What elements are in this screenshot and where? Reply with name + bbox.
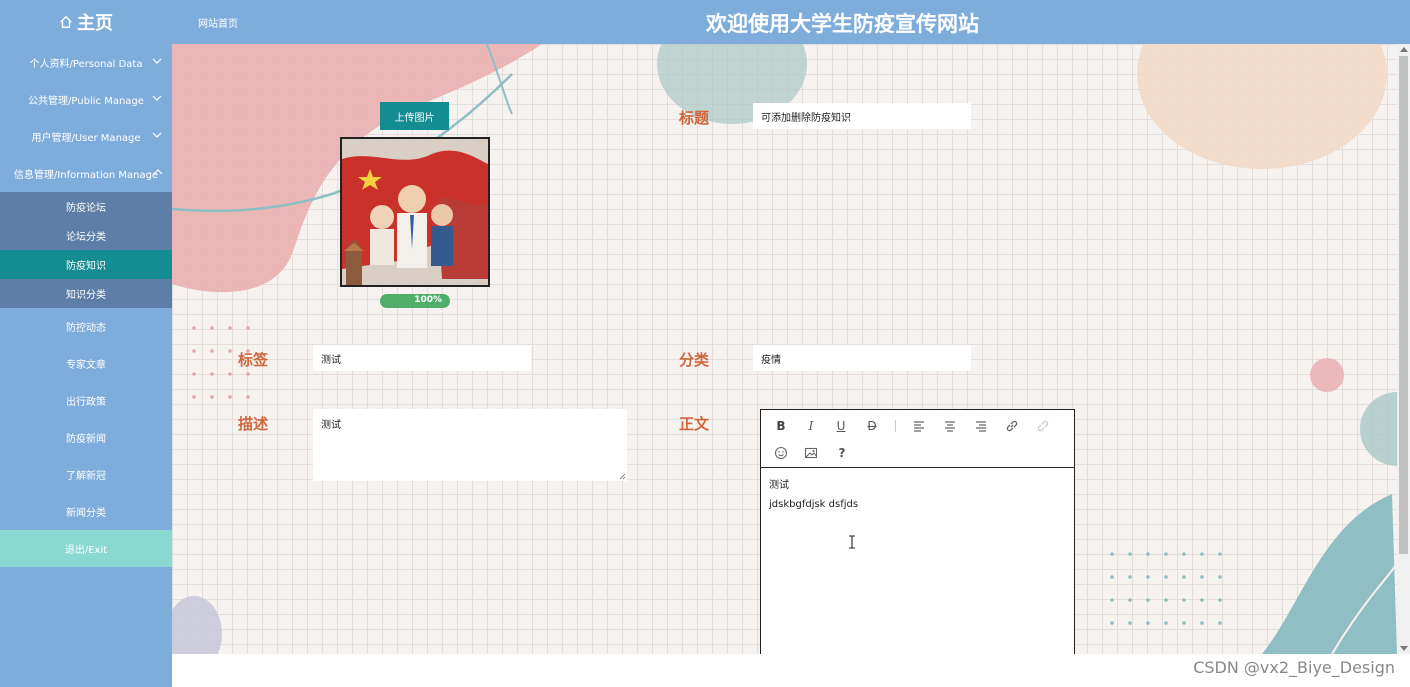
submenu-information-manage: 防疫论坛 论坛分类 防疫知识 知识分类: [0, 192, 172, 308]
sidebar-item-public-manage[interactable]: 公共管理/Public Manage: [0, 81, 172, 118]
help-icon[interactable]: ?: [832, 443, 852, 463]
sidebar-item-label: 个人资料/Personal Data: [29, 59, 143, 70]
body-label: 正文: [679, 415, 710, 433]
underline-icon[interactable]: U: [831, 416, 851, 436]
chevron-down-icon: [152, 58, 162, 64]
editor-content[interactable]: 测试 jdskbgfdjsk dsfjds: [761, 468, 1074, 522]
sidebar-subitem-epidemic-knowledge[interactable]: 防疫知识: [0, 250, 172, 279]
scrollbar-thumb[interactable]: [1399, 56, 1408, 554]
title-input[interactable]: 可添加删除防疫知识: [753, 103, 971, 129]
sidebar-item-news-category[interactable]: 新闻分类: [0, 493, 172, 530]
chevron-down-icon: [152, 95, 162, 101]
align-left-icon[interactable]: [909, 416, 929, 436]
sidebar: 个人资料/Personal Data 公共管理/Public Manage 用户…: [0, 44, 172, 687]
scroll-down-icon[interactable]: [1400, 646, 1408, 651]
upload-progress-bar: 100%: [380, 294, 450, 308]
editor-toolbar: B I U D ?: [761, 410, 1074, 468]
home-label: 主页: [77, 13, 113, 34]
sidebar-item-epidemic-news[interactable]: 防疫新闻: [0, 419, 172, 456]
strikethrough-icon[interactable]: D: [862, 416, 882, 436]
title-label: 标题: [679, 109, 710, 127]
upload-image-button[interactable]: 上传图片: [380, 102, 449, 130]
sidebar-item-label: 信息管理/Information Manage: [13, 170, 159, 181]
italic-icon[interactable]: I: [801, 416, 821, 436]
sidebar-item-learn-covid[interactable]: 了解新冠: [0, 456, 172, 493]
poster-illustration: [342, 139, 488, 285]
site-title: 欢迎使用大学生防疫宣传网站: [706, 12, 979, 36]
toolbar-separator: [895, 420, 896, 432]
image-preview: [340, 137, 490, 287]
sidebar-subitem-knowledge-category[interactable]: 知识分类: [0, 279, 172, 308]
category-input[interactable]: 疫情: [753, 345, 971, 371]
resize-grip-icon[interactable]: [619, 473, 626, 480]
description-text: 测试: [321, 420, 341, 431]
sidebar-subitem-forum-category[interactable]: 论坛分类: [0, 221, 172, 250]
align-center-icon[interactable]: [940, 416, 960, 436]
vertical-scrollbar[interactable]: [1397, 44, 1410, 654]
rich-text-editor: B I U D ? 测试 jdskbgfdjsk dsfjds: [760, 409, 1075, 659]
emoji-icon[interactable]: [771, 443, 791, 463]
sidebar-item-control-news[interactable]: 防控动态: [0, 308, 172, 345]
image-icon[interactable]: [801, 443, 821, 463]
scroll-up-icon[interactable]: [1400, 47, 1408, 52]
sidebar-item-information-manage[interactable]: 信息管理/Information Manage: [0, 155, 172, 192]
sidebar-item-personal-data[interactable]: 个人资料/Personal Data: [0, 44, 172, 81]
link-icon[interactable]: [1002, 416, 1022, 436]
sidebar-item-label: 公共管理/Public Manage: [28, 96, 144, 107]
sidebar-item-exit[interactable]: 退出/Exit: [0, 530, 172, 567]
home-icon: [60, 15, 72, 28]
editor-line: jdskbgfdjsk dsfjds: [769, 499, 859, 510]
category-label: 分类: [679, 351, 710, 369]
description-textarea[interactable]: 测试: [313, 409, 627, 481]
home-link[interactable]: 主页: [0, 0, 172, 44]
description-label: 描述: [238, 415, 269, 433]
progress-percent: 100%: [414, 295, 442, 305]
sidebar-item-travel-policy[interactable]: 出行政策: [0, 382, 172, 419]
top-bar: 主页 网站首页 欢迎使用大学生防疫宣传网站: [0, 0, 1410, 44]
chevron-up-icon: [153, 169, 163, 175]
sidebar-subitem-epidemic-forum[interactable]: 防疫论坛: [0, 192, 172, 221]
tags-input[interactable]: 测试: [313, 345, 531, 371]
sidebar-item-expert-articles[interactable]: 专家文章: [0, 345, 172, 382]
sidebar-item-label: 用户管理/User Manage: [31, 133, 141, 144]
watermark: CSDN @vx2_Biye_Design: [1193, 658, 1395, 677]
text-cursor-icon: [849, 535, 855, 549]
sidebar-item-user-manage[interactable]: 用户管理/User Manage: [0, 118, 172, 155]
align-right-icon[interactable]: [971, 416, 991, 436]
unlink-icon[interactable]: [1033, 416, 1053, 436]
bold-icon[interactable]: B: [771, 416, 791, 436]
site-home-link[interactable]: 网站首页: [198, 15, 238, 30]
editor-line: 测试: [769, 480, 789, 491]
chevron-down-icon: [152, 132, 162, 138]
tags-label: 标签: [238, 351, 269, 369]
